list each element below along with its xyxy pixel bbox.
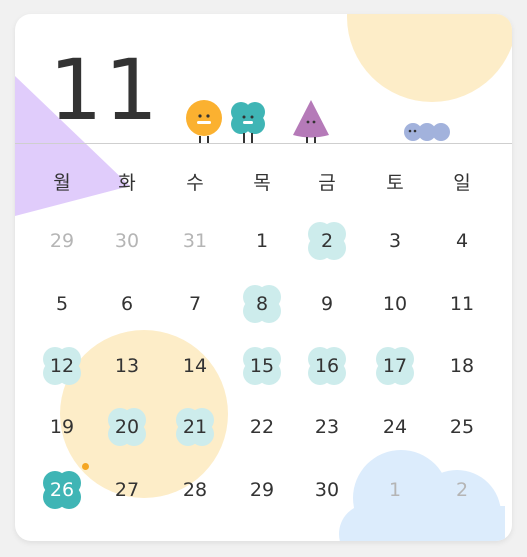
day-cell[interactable]: 6 [103, 280, 151, 328]
day-cell[interactable]: 29 [238, 466, 286, 514]
day-cell[interactable]: 21 [171, 403, 219, 451]
day-number: 21 [182, 416, 208, 438]
day-number: 19 [49, 416, 75, 438]
day-number: 22 [249, 416, 275, 438]
day-number: 2 [455, 479, 469, 501]
day-cell[interactable]: 7 [171, 280, 219, 328]
day-cell[interactable]: 29 [38, 217, 86, 265]
day-number: 7 [188, 293, 202, 315]
day-number: 15 [249, 355, 275, 377]
day-cell[interactable]: 16 [303, 342, 351, 390]
weekday-label: 목 [253, 172, 271, 194]
weekday-label: 월 [53, 172, 71, 194]
day-cell[interactable]: 5 [38, 280, 86, 328]
purple-triangle-mascot-icon [293, 100, 329, 144]
day-cell[interactable]: 14 [171, 342, 219, 390]
day-cell[interactable]: 2 [438, 466, 486, 514]
day-cell[interactable]: 1 [238, 217, 286, 265]
weekday-label: 금 [318, 172, 336, 194]
day-cell[interactable]: 1 [371, 466, 419, 514]
day-cell[interactable]: 27 [103, 466, 151, 514]
day-number: 16 [314, 355, 340, 377]
day-number: 31 [182, 230, 208, 252]
day-number: 29 [249, 479, 275, 501]
day-number: 9 [320, 293, 334, 315]
orange-circle-mascot-icon [186, 100, 222, 144]
day-cell[interactable]: 13 [103, 342, 151, 390]
day-cell[interactable]: 17 [371, 342, 419, 390]
day-cell[interactable]: 30 [103, 217, 151, 265]
day-number: 1 [388, 479, 402, 501]
day-cell[interactable]: 12 [38, 342, 86, 390]
day-cell[interactable]: 18 [438, 342, 486, 390]
day-number: 1 [255, 230, 269, 252]
day-cell[interactable]: 25 [438, 403, 486, 451]
day-cell[interactable]: 30 [303, 466, 351, 514]
weekday-label: 화 [118, 172, 136, 194]
day-number: 23 [314, 416, 340, 438]
day-number: 25 [449, 416, 475, 438]
event-dot-icon [82, 463, 89, 470]
day-cell[interactable]: 19 [38, 403, 86, 451]
day-number: 11 [449, 293, 475, 315]
weekday-label: 토 [386, 172, 404, 194]
day-number: 13 [114, 355, 140, 377]
header-divider [15, 143, 512, 144]
day-cell[interactable]: 11 [438, 280, 486, 328]
day-cell[interactable]: 31 [171, 217, 219, 265]
weekday-label: 수 [186, 172, 204, 194]
peach-circle-top-decoration [347, 14, 512, 102]
day-number: 3 [388, 230, 402, 252]
day-cell[interactable]: 15 [238, 342, 286, 390]
teal-flower-mascot-icon [231, 102, 265, 143]
day-number: 10 [382, 293, 408, 315]
day-number: 8 [255, 293, 269, 315]
day-number: 6 [120, 293, 134, 315]
day-number: 27 [114, 479, 140, 501]
day-number: 24 [382, 416, 408, 438]
day-number: 12 [49, 355, 75, 377]
day-number: 17 [382, 355, 408, 377]
day-cell[interactable]: 22 [238, 403, 286, 451]
day-cell[interactable]: 4 [438, 217, 486, 265]
day-cell[interactable]: 10 [371, 280, 419, 328]
day-number: 30 [314, 479, 340, 501]
weekday-label: 일 [453, 172, 471, 194]
day-number: 14 [182, 355, 208, 377]
day-cell[interactable]: 20 [103, 403, 151, 451]
day-number: 18 [449, 355, 475, 377]
blue-caterpillar-mascot-icon [404, 123, 450, 141]
day-cell[interactable]: 28 [171, 466, 219, 514]
day-number: 20 [114, 416, 140, 438]
day-cell[interactable]: 9 [303, 280, 351, 328]
day-cell[interactable]: 23 [303, 403, 351, 451]
day-cell[interactable]: 8 [238, 280, 286, 328]
day-number: 30 [114, 230, 140, 252]
day-number: 26 [49, 479, 75, 501]
calendar-widget: 11 월 화 수 목 금 토 일 29 30 31 1 2 3 4 5 6 7 … [15, 14, 512, 541]
day-number: 5 [55, 293, 69, 315]
day-cell[interactable]: 3 [371, 217, 419, 265]
day-cell[interactable]: 24 [371, 403, 419, 451]
day-number: 2 [320, 230, 334, 252]
day-number: 29 [49, 230, 75, 252]
day-cell[interactable]: 2 [303, 217, 351, 265]
day-number: 28 [182, 479, 208, 501]
day-number: 4 [455, 230, 469, 252]
month-title: 11 [49, 41, 160, 139]
app-canvas: 11 월 화 수 목 금 토 일 29 30 31 1 2 3 4 5 6 7 … [0, 0, 527, 557]
today-day-cell[interactable]: 26 [38, 466, 86, 514]
